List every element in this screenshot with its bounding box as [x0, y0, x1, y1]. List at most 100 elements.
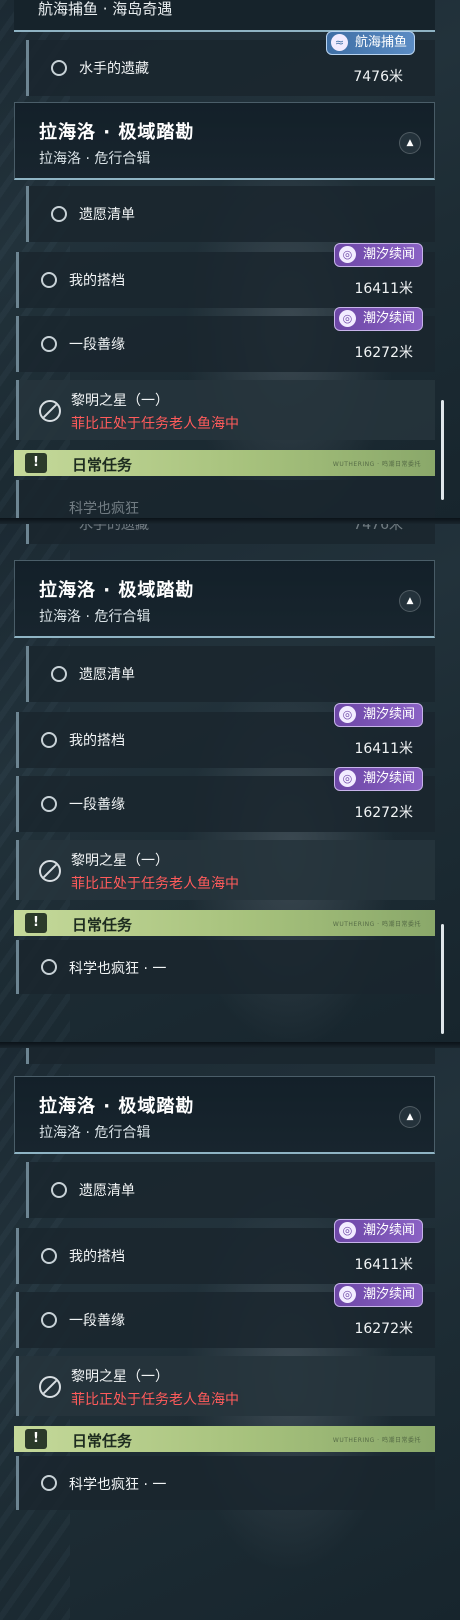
daily-section-title: 日常任务	[72, 1432, 133, 1450]
group-subtitle: 拉海洛 · 危行合辑	[39, 151, 151, 167]
task-item-wish-list[interactable]: 遗愿清单	[26, 646, 435, 702]
task-event-badge: ◎ 潮汐续闻	[333, 1219, 423, 1243]
scrollbar-thumb[interactable]	[441, 400, 444, 500]
task-radio-icon	[41, 336, 57, 352]
wave-spiral-icon: ◎	[338, 770, 356, 787]
task-event-badge: ◎ 潮汐续闻	[333, 243, 423, 267]
task-distance: 7476米	[353, 69, 403, 85]
task-name: 遗愿清单	[79, 207, 135, 223]
task-name: 我的搭档	[69, 273, 125, 289]
exclamation-icon: !	[25, 913, 47, 933]
daily-section-tag: WUTHERING · 鸣潮日常委托	[332, 1437, 421, 1444]
task-name: 黎明之星（一）	[71, 393, 169, 409]
task-name: 遗愿清单	[79, 1183, 135, 1199]
task-radio-icon	[41, 1248, 57, 1264]
exclamation-icon: !	[25, 1429, 47, 1449]
previous-category-header[interactable]: 航海捕鱼 · 海岛奇遇	[14, 0, 435, 32]
fishing-icon: ≈	[330, 34, 348, 51]
task-name: 水手的遗藏	[79, 61, 149, 77]
task-warning: 菲比正处于任务老人鱼海中	[71, 876, 239, 892]
task-name: 黎明之星（一）	[71, 1369, 169, 1385]
daily-section-tag: WUTHERING · 鸣潮日常委托	[332, 461, 421, 468]
task-name: 一段善缘	[69, 1313, 125, 1329]
daily-section-header[interactable]: ! 日常任务 WUTHERING · 鸣潮日常委托	[14, 1426, 435, 1452]
task-distance: 16272米	[354, 1321, 413, 1337]
scrollbar-thumb[interactable]	[441, 924, 444, 1034]
task-radio-icon	[41, 1312, 57, 1328]
task-radio-icon	[51, 1182, 67, 1198]
task-event-badge: ◎ 潮汐续闻	[333, 307, 423, 331]
task-name: 遗愿清单	[79, 667, 135, 683]
badge-label: 潮汐续闻	[362, 247, 415, 262]
badge-label: 航海捕鱼	[354, 35, 407, 50]
task-item-good-fate[interactable]: 一段善缘 16272米 ◎ 潮汐续闻	[16, 307, 435, 372]
task-item-wish-list[interactable]: 遗愿清单	[26, 186, 435, 242]
task-item-sailor-treasure-partial[interactable]: 水手的遗藏 7476米	[26, 524, 435, 544]
group-title: 拉海洛 · 极域踏勘	[39, 1096, 195, 1117]
task-name: 我的搭档	[69, 1249, 125, 1265]
task-radio-icon	[51, 666, 67, 682]
badge-label: 潮汐续闻	[362, 311, 415, 326]
task-distance: 16411米	[354, 741, 413, 757]
task-item-sailor-treasure[interactable]: 水手的遗藏 7476米 ≈ 航海捕鱼	[26, 31, 435, 96]
task-distance: 7476米	[353, 524, 403, 533]
task-radio-icon	[51, 60, 67, 76]
task-distance: 16272米	[354, 345, 413, 361]
task-name: 黎明之星（一）	[71, 853, 169, 869]
chevron-up-icon[interactable]: ▲	[399, 132, 421, 154]
task-warning: 菲比正处于任务老人鱼海中	[71, 416, 239, 432]
task-name: 一段善缘	[69, 337, 125, 353]
wave-spiral-icon: ◎	[338, 706, 356, 723]
group-header[interactable]: 拉海洛 · 极域踏勘 拉海洛 · 危行合辑 ▲	[14, 102, 435, 180]
chevron-up-icon[interactable]: ▲	[399, 1106, 421, 1128]
daily-section-header[interactable]: ! 日常任务 WUTHERING · 鸣潮日常委托	[14, 450, 435, 476]
group-title: 拉海洛 · 极域踏勘	[39, 580, 195, 601]
task-distance: 16411米	[354, 281, 413, 297]
previous-category-title: 航海捕鱼 · 海岛奇遇	[38, 0, 173, 18]
task-item-morning-star[interactable]: 黎明之星（一） 菲比正处于任务老人鱼海中	[16, 1356, 435, 1416]
task-item-science-madness[interactable]: 科学也疯狂 · 一	[16, 1456, 435, 1510]
task-item-partner[interactable]: 我的搭档 16411米 ◎ 潮汐续闻	[16, 1219, 435, 1284]
task-item-morning-star[interactable]: 黎明之星（一） 菲比正处于任务老人鱼海中	[16, 840, 435, 900]
wave-spiral-icon: ◎	[338, 310, 356, 327]
group-header[interactable]: 拉海洛 · 极域踏勘 拉海洛 · 危行合辑 ▲	[14, 560, 435, 638]
chevron-up-icon[interactable]: ▲	[399, 590, 421, 612]
task-item-good-fate[interactable]: 一段善缘 16272米 ◎ 潮汐续闻	[16, 767, 435, 832]
task-name: 我的搭档	[69, 733, 125, 749]
task-item-sailor-treasure-partial[interactable]	[26, 1048, 435, 1064]
task-event-badge: ◎ 潮汐续闻	[333, 1283, 423, 1307]
daily-section-title: 日常任务	[72, 916, 133, 934]
task-warning: 菲比正处于任务老人鱼海中	[71, 1392, 239, 1408]
task-item-partner[interactable]: 我的搭档 16411米 ◎ 潮汐续闻	[16, 703, 435, 768]
task-radio-icon	[41, 732, 57, 748]
badge-label: 潮汐续闻	[362, 1287, 415, 1302]
task-item-science-madness[interactable]: 科学也疯狂 · 一	[16, 940, 435, 994]
task-name: 水手的遗藏	[79, 524, 149, 533]
daily-section-title: 日常任务	[72, 456, 133, 474]
task-radio-icon	[41, 796, 57, 812]
group-subtitle: 拉海洛 · 危行合辑	[39, 1125, 151, 1141]
task-name: 一段善缘	[69, 797, 125, 813]
task-name: 科学也疯狂	[69, 501, 139, 517]
task-event-badge: ◎ 潮汐续闻	[333, 767, 423, 791]
task-radio-icon	[51, 206, 67, 222]
task-distance: 16411米	[354, 1257, 413, 1273]
task-item-morning-star[interactable]: 黎明之星（一） 菲比正处于任务老人鱼海中	[16, 380, 435, 440]
task-name: 科学也疯狂 · 一	[69, 961, 167, 977]
badge-label: 潮汐续闻	[362, 1223, 415, 1238]
task-event-badge: ≈ 航海捕鱼	[325, 31, 415, 55]
task-item-wish-list[interactable]: 遗愿清单	[26, 1162, 435, 1218]
wave-spiral-icon: ◎	[338, 1222, 356, 1239]
wave-spiral-icon: ◎	[338, 246, 356, 263]
screenshot-segment-3: 拉海洛 · 极域踏勘 拉海洛 · 危行合辑 ▲ 遗愿清单 我的搭档 16411米…	[0, 1048, 460, 1620]
task-item-daily-partial[interactable]: 科学也疯狂	[16, 480, 435, 518]
blocked-icon	[39, 1376, 61, 1398]
task-item-good-fate[interactable]: 一段善缘 16272米 ◎ 潮汐续闻	[16, 1283, 435, 1348]
daily-section-header[interactable]: ! 日常任务 WUTHERING · 鸣潮日常委托	[14, 910, 435, 936]
daily-section-tag: WUTHERING · 鸣潮日常委托	[332, 921, 421, 928]
badge-label: 潮汐续闻	[362, 707, 415, 722]
group-header[interactable]: 拉海洛 · 极域踏勘 拉海洛 · 危行合辑 ▲	[14, 1076, 435, 1154]
blocked-icon	[39, 860, 61, 882]
task-name: 科学也疯狂 · 一	[69, 1477, 167, 1493]
task-item-partner[interactable]: 我的搭档 16411米 ◎ 潮汐续闻	[16, 243, 435, 308]
